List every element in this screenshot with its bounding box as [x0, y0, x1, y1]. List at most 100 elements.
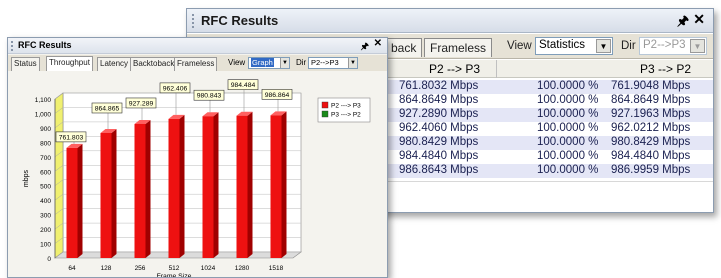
- bar: [66, 147, 78, 258]
- dir-select-value: P2-->P3: [643, 39, 686, 51]
- data-label: 984.484: [231, 82, 256, 89]
- pin-icon[interactable]: 🖈︎: [361, 39, 369, 55]
- close-icon[interactable]: ✕: [374, 38, 382, 49]
- window-title: RFC Results: [201, 13, 279, 28]
- y-tick-label: 400: [40, 198, 51, 205]
- bar: [270, 115, 282, 258]
- cell-p3-p2: 980.8429 Mbps: [611, 136, 691, 148]
- y-tick-label: 1,100: [35, 97, 52, 104]
- legend-swatch: [321, 101, 329, 109]
- legend-label: P2 ---> P3: [331, 103, 361, 110]
- dir-label: Dir: [621, 40, 636, 52]
- toolbar: Status Throughput Latency Backtoback Fra…: [8, 55, 387, 71]
- legend-swatch: [321, 110, 329, 118]
- cell-p3-p2: 986.9959 Mbps: [611, 164, 691, 176]
- title-bar[interactable]: RFC Results 🖈︎ ✕: [187, 9, 713, 33]
- bar-side: [77, 143, 83, 258]
- data-label: 761.803: [59, 134, 84, 141]
- tab-status[interactable]: Status: [11, 57, 40, 71]
- x-tick-label: 1280: [235, 265, 250, 272]
- x-tick-label: 256: [135, 265, 146, 272]
- cell-p2-p3: 761.8032 Mbps: [399, 80, 479, 92]
- cell-p2-p3: 984.4840 Mbps: [399, 150, 479, 162]
- cell-p2-p3: 927.2890 Mbps: [399, 108, 479, 120]
- data-label: 864.865: [95, 105, 120, 112]
- bar: [168, 118, 180, 259]
- tab-backtoback[interactable]: Backtoback: [130, 57, 178, 71]
- dir-label: Dir: [296, 58, 307, 67]
- tab-frameless[interactable]: Frameless: [174, 57, 218, 71]
- drag-grip-icon[interactable]: [192, 14, 195, 28]
- y-tick-label: 1,000: [35, 111, 52, 118]
- cell-percent: 100.0000 %: [537, 80, 599, 92]
- y-tick-label: 900: [40, 126, 51, 133]
- cell-p2-p3: 980.8429 Mbps: [399, 136, 479, 148]
- chevron-down-icon[interactable]: ▼: [690, 39, 705, 53]
- cell-percent: 100.0000 %: [537, 94, 599, 106]
- column-divider[interactable]: [496, 60, 497, 78]
- bar-side: [213, 112, 219, 258]
- tab-throughput[interactable]: Throughput: [46, 56, 93, 71]
- cell-percent: 100.0000 %: [537, 136, 599, 148]
- data-label: 927.289: [129, 100, 154, 107]
- cell-percent: 100.0000 %: [537, 108, 599, 120]
- data-label: 962.406: [163, 85, 188, 92]
- y-tick-label: 800: [40, 140, 51, 147]
- dir-select[interactable]: P2-->P3 ▼: [639, 37, 707, 55]
- data-label: 986.864: [265, 92, 290, 99]
- tab-latency[interactable]: Latency: [97, 57, 132, 71]
- view-select[interactable]: Graph ▼: [248, 57, 290, 69]
- chevron-down-icon[interactable]: ▼: [596, 39, 611, 53]
- y-tick-label: 200: [40, 227, 51, 234]
- chart-side-wall: [54, 92, 64, 259]
- view-select-value: Graph: [251, 58, 274, 67]
- column-header-p2-p3[interactable]: P2 --> P3: [429, 62, 480, 76]
- x-axis-label: Frame Size: [157, 273, 192, 278]
- x-tick-label: 1518: [269, 265, 284, 272]
- chart-area: 0 100 200 300 400 500 600 700 800 900 1,000 1,100 mb…: [8, 72, 387, 278]
- chevron-down-icon[interactable]: ▼: [348, 58, 357, 68]
- x-tick-label: 512: [169, 265, 180, 272]
- y-tick-label: 100: [40, 242, 51, 249]
- cell-p3-p2: 984.4840 Mbps: [611, 150, 691, 162]
- bar-side: [281, 111, 287, 258]
- y-tick-label: 700: [40, 155, 51, 162]
- x-tick-label: 1024: [201, 265, 216, 272]
- throughput-bar-chart: 0 100 200 300 400 500 600 700 800 900 1,000 1,100 mb…: [23, 79, 371, 278]
- column-header-p3-p2[interactable]: P3 --> P2: [640, 62, 691, 76]
- y-tick-label: 0: [47, 256, 51, 263]
- rfc-results-window-graph: RFC Results 🖈︎ ✕ Status Throughput Laten…: [7, 37, 388, 278]
- legend-label: P3 ---> P2: [331, 112, 361, 119]
- cell-percent: 100.0000 %: [537, 150, 599, 162]
- dir-select[interactable]: P2-->P3 ▼: [308, 57, 358, 69]
- cell-p3-p2: 962.0212 Mbps: [611, 122, 691, 134]
- cell-percent: 100.0000 %: [537, 164, 599, 176]
- window-title: RFC Results: [18, 40, 72, 50]
- data-label: 980.843: [197, 93, 222, 100]
- cell-percent: 100.0000 %: [537, 122, 599, 134]
- cell-p3-p2: 761.9048 Mbps: [611, 80, 691, 92]
- cell-p2-p3: 864.8649 Mbps: [399, 94, 479, 106]
- chevron-down-icon[interactable]: ▼: [280, 58, 289, 68]
- cell-p2-p3: 962.4060 Mbps: [399, 122, 479, 134]
- bar: [202, 116, 214, 258]
- view-select[interactable]: Statistics ▼: [535, 37, 613, 55]
- x-tick-label: 64: [68, 265, 76, 272]
- close-icon[interactable]: ✕: [693, 11, 705, 28]
- tab-backtoback[interactable]: back: [385, 38, 423, 57]
- cell-p2-p3: 986.8643 Mbps: [399, 164, 479, 176]
- cell-p3-p2: 864.8649 Mbps: [611, 94, 691, 106]
- bar: [100, 132, 112, 258]
- tab-frameless[interactable]: Frameless: [424, 38, 493, 57]
- drag-grip-icon[interactable]: [11, 41, 13, 51]
- bar: [134, 123, 146, 258]
- bar-side: [247, 111, 253, 258]
- pin-icon[interactable]: 🖈︎: [677, 12, 689, 34]
- title-bar[interactable]: RFC Results 🖈︎ ✕: [8, 38, 387, 54]
- dir-select-value: P2-->P3: [311, 58, 339, 67]
- bar: [236, 115, 248, 258]
- view-label: View: [228, 58, 246, 67]
- y-tick-label: 500: [40, 184, 51, 191]
- view-select-value: Statistics: [539, 39, 586, 51]
- cell-p3-p2: 927.1963 Mbps: [611, 108, 691, 120]
